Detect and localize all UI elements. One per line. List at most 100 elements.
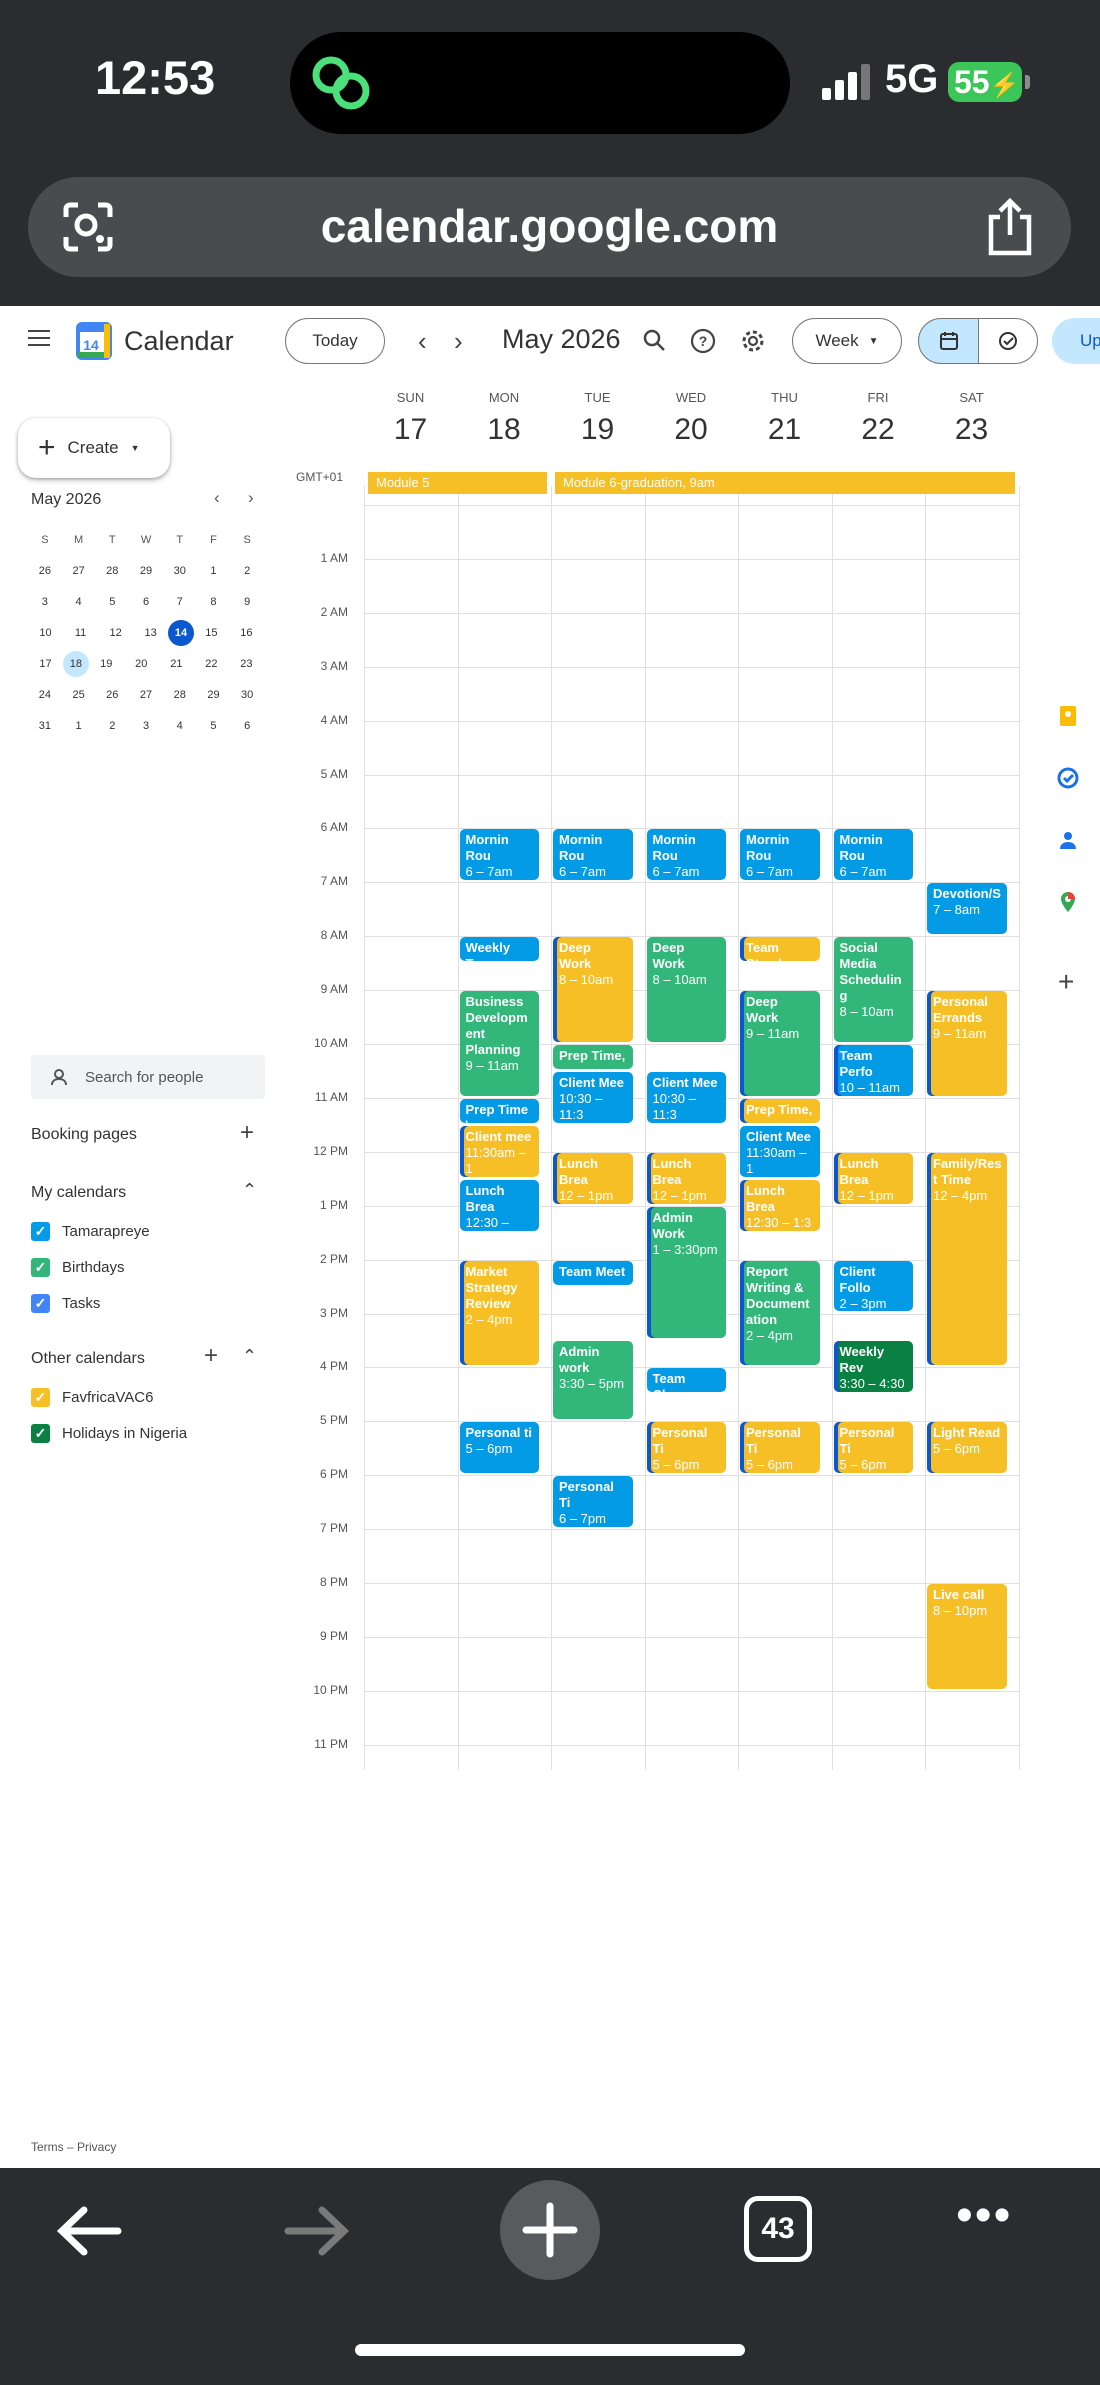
day-header[interactable]: SAT 23 — [925, 390, 1018, 447]
settings-icon[interactable] — [738, 326, 768, 356]
mini-day[interactable]: 1 — [62, 713, 96, 739]
calendar-event[interactable]: Team Perfo 10 – 11am — [833, 1045, 913, 1096]
mini-day[interactable]: 12 — [98, 620, 133, 646]
mini-day[interactable]: 2 — [95, 713, 129, 739]
mini-day[interactable]: 5 — [95, 589, 129, 615]
calendar-event[interactable]: Client Follo 2 – 3pm — [833, 1260, 913, 1312]
mini-day[interactable]: 27 — [62, 558, 96, 584]
view-select[interactable]: Week ▼ — [792, 318, 902, 364]
mini-day[interactable]: 28 — [95, 558, 129, 584]
booking-pages-label[interactable]: Booking pages — [31, 1126, 137, 1144]
mini-prev-icon[interactable]: ‹ — [214, 488, 220, 508]
mini-day[interactable]: 4 — [62, 589, 96, 615]
add-calendar-icon[interactable]: + — [204, 1342, 218, 1370]
day-header[interactable]: THU 21 — [738, 390, 831, 447]
calendar-event[interactable]: Team Meet — [553, 1260, 633, 1285]
calendar-item[interactable]: ✓ FavfricaVAC6 — [31, 1388, 153, 1407]
mini-day[interactable]: 11 — [63, 620, 98, 646]
calendar-event[interactable]: Mornin Rou 6 – 7am — [646, 829, 726, 881]
mini-day[interactable]: 6 — [129, 589, 163, 615]
calendar-event[interactable]: Client mee 11:30am – 1 — [459, 1125, 539, 1177]
chevron-up-icon[interactable]: ⌃ — [242, 1346, 257, 1367]
calendar-event[interactable]: Business Developm ent Planning 9 – 11am — [459, 991, 539, 1096]
mini-day[interactable]: 3 — [129, 713, 163, 739]
calendar-event[interactable]: Light Read 5 – 6pm — [927, 1422, 1007, 1474]
mini-day[interactable]: 1 — [197, 558, 231, 584]
calendar-event[interactable]: Lunch Brea 12:30 – 1:3 — [740, 1179, 820, 1231]
mini-day[interactable]: 14 — [168, 619, 194, 646]
mini-day[interactable]: 7 — [163, 589, 197, 615]
checkbox-icon[interactable]: ✓ — [31, 1258, 50, 1277]
mini-day[interactable]: 8 — [197, 589, 231, 615]
calendar-event[interactable]: Prep Time \ — [459, 1098, 539, 1123]
mini-day[interactable]: 16 — [229, 620, 264, 646]
calendar-event[interactable]: Personal Ti 6 – 7pm — [553, 1476, 633, 1528]
calendar-item[interactable]: ✓ Tasks — [31, 1294, 100, 1313]
mini-day[interactable]: 28 — [163, 682, 197, 708]
calendar-event[interactable]: Team Stand — [740, 937, 820, 962]
people-search-input[interactable]: Search for people — [31, 1055, 265, 1099]
mini-day[interactable]: 18 — [63, 650, 89, 677]
calendar-event[interactable]: Client Mee 10:30 – 11:3 — [553, 1071, 633, 1123]
chevron-up-icon[interactable]: ⌃ — [242, 1180, 257, 1201]
calendar-event[interactable]: Mornin Rou 6 – 7am — [740, 829, 820, 881]
calendar-event[interactable]: Weekly Tea — [459, 937, 539, 962]
day-header[interactable]: FRI 22 — [832, 390, 925, 447]
calendar-event[interactable]: Deep Work 8 – 10am — [646, 937, 726, 1042]
calendar-event[interactable]: Mornin Rou 6 – 7am — [553, 829, 633, 881]
calendar-event[interactable]: Admin Work 1 – 3:30pm — [646, 1206, 726, 1339]
calendar-event[interactable]: Weekly Rev 3:30 – 4:30 — [833, 1341, 913, 1393]
today-button[interactable]: Today — [285, 318, 385, 364]
calendar-event[interactable]: Devotion/S 7 – 8am — [927, 883, 1007, 935]
mini-day[interactable]: 9 — [230, 589, 264, 615]
calendar-event[interactable]: Personal Ti 5 – 6pm — [740, 1422, 820, 1474]
calendar-event[interactable]: Lunch Brea 12 – 1pm — [646, 1152, 726, 1204]
search-icon[interactable] — [640, 326, 670, 356]
calendar-item[interactable]: ✓ Birthdays — [31, 1258, 125, 1277]
mini-day[interactable]: 3 — [28, 589, 62, 615]
new-tab-button[interactable] — [500, 2180, 600, 2280]
mini-day[interactable]: 20 — [124, 651, 159, 677]
next-week-icon[interactable]: › — [454, 326, 463, 357]
calendar-event[interactable]: Personal ti 5 – 6pm — [459, 1422, 539, 1474]
calendar-event[interactable]: Personal Errands 9 – 11am — [927, 991, 1007, 1096]
more-icon[interactable]: ••• — [956, 2192, 1012, 2240]
add-booking-icon[interactable]: + — [240, 1119, 254, 1147]
mini-day[interactable]: 26 — [28, 558, 62, 584]
calendar-event[interactable]: Prep Time, — [740, 1098, 820, 1123]
checkbox-icon[interactable]: ✓ — [31, 1294, 50, 1313]
terms-privacy-link[interactable]: Terms – Privacy — [31, 2140, 116, 2154]
mini-day[interactable]: 10 — [28, 620, 63, 646]
forward-icon[interactable] — [284, 2206, 350, 2256]
mini-day[interactable]: 27 — [129, 682, 163, 708]
mini-day[interactable]: 25 — [62, 682, 96, 708]
calendar-event[interactable]: Team Chec — [646, 1368, 726, 1393]
mini-day[interactable]: 5 — [197, 713, 231, 739]
tasks-view-toggle[interactable] — [978, 318, 1038, 364]
day-header[interactable]: WED 20 — [645, 390, 738, 447]
keep-icon[interactable] — [1056, 704, 1080, 728]
all-day-event[interactable]: Module 5 — [368, 472, 547, 494]
mini-day[interactable]: 29 — [129, 558, 163, 584]
calendar-event[interactable]: Lunch Brea 12 – 1pm — [833, 1152, 913, 1204]
calendar-event[interactable]: Personal Ti 5 – 6pm — [646, 1422, 726, 1474]
mini-day[interactable]: 2 — [230, 558, 264, 584]
all-day-event[interactable]: Module 6-graduation, 9am — [555, 472, 1015, 494]
calendar-event[interactable]: Mornin Rou 6 – 7am — [833, 829, 913, 881]
checkbox-icon[interactable]: ✓ — [31, 1388, 50, 1407]
calendar-event[interactable]: Deep Work 8 – 10am — [553, 937, 633, 1042]
tab-count[interactable]: 43 — [744, 2196, 812, 2262]
calendar-event[interactable]: Prep Time, — [553, 1045, 633, 1069]
calendar-event[interactable]: Personal Ti 5 – 6pm — [833, 1422, 913, 1474]
calendar-event[interactable]: Live call 8 – 10pm — [927, 1584, 1007, 1689]
mini-day[interactable]: 29 — [197, 682, 231, 708]
mini-day[interactable]: 23 — [229, 651, 264, 677]
menu-icon[interactable] — [28, 330, 50, 348]
calendar-event[interactable]: Admin work 3:30 – 5pm — [553, 1341, 633, 1420]
calendar-event[interactable]: Mornin Rou 6 – 7am — [459, 829, 539, 881]
create-button[interactable]: + Create ▼ — [18, 418, 170, 478]
calendar-item[interactable]: ✓ Tamarapreye — [31, 1222, 150, 1241]
add-addon-icon[interactable]: + — [1058, 966, 1074, 998]
mini-day[interactable]: 13 — [133, 620, 168, 646]
mini-day[interactable]: 19 — [89, 651, 124, 677]
